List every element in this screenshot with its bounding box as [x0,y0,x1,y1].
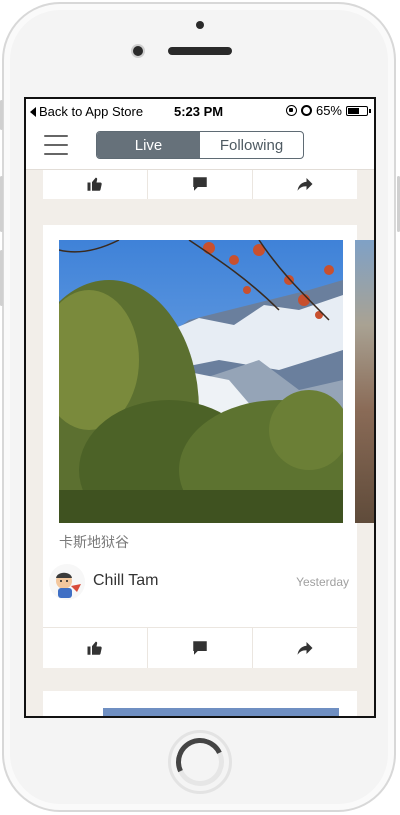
comment-button[interactable] [147,170,252,199]
hamburger-icon[interactable] [44,135,68,155]
status-time: 5:23 PM [174,104,224,119]
comment-icon [193,177,207,191]
avatar[interactable] [49,564,85,600]
mountain-photo [59,240,343,523]
share-icon [297,178,313,191]
earpiece-speaker [168,47,232,55]
volume-up-button [0,100,3,130]
previous-post-card [43,170,357,199]
post-caption: 卡斯地狱谷 [59,534,129,550]
next-post-photo-edge [103,708,339,716]
alarm-icon [300,105,312,116]
comment-icon [193,641,207,655]
share-button[interactable] [252,170,357,199]
back-arrow-icon [30,106,36,117]
author-row[interactable]: Chill Tam Yesterday [49,560,349,610]
author-name[interactable]: Chill Tam [93,572,159,590]
tab-live[interactable]: Live [97,132,200,158]
app-screen: Back to App Store 5:23 PM 65% Live Follo… [24,97,376,718]
front-camera [131,44,145,58]
post-photo[interactable] [59,240,343,523]
share-icon [297,642,313,655]
post-time: Yesterday [296,575,349,589]
back-label: Back to App Store [39,104,144,119]
previous-post-actions [43,170,357,199]
post-actions [43,627,357,668]
proximity-sensor [196,21,204,29]
next-post-card[interactable] [43,691,357,716]
avatar-image [49,564,85,600]
share-button[interactable] [252,628,357,668]
feed-segmented-control: Live Following [96,131,304,159]
nav-bar: Live Following [26,123,374,170]
feed-list: 卡斯地狱谷 Chill Tam Yesterday [26,170,374,716]
comment-button[interactable] [147,628,252,668]
tab-following[interactable]: Following [200,132,303,158]
rotation-lock-icon [285,105,297,116]
volume-down-button [0,176,3,232]
status-indicators: 65% [285,103,371,118]
thumbs-up-icon [87,641,102,655]
post-card[interactable]: 卡斯地狱谷 Chill Tam Yesterday [43,225,374,668]
back-to-app-store[interactable]: Back to App Store [30,104,143,119]
status-bar: Back to App Store 5:23 PM 65% [26,99,374,123]
next-photo-peek[interactable] [355,240,374,523]
like-button[interactable] [43,628,147,668]
mute-switch [0,250,3,306]
battery-icon [346,105,371,116]
battery-percent: 65% [315,103,342,118]
battery-fill [348,107,360,114]
like-button[interactable] [43,170,147,199]
thumbs-up-icon [87,177,102,191]
